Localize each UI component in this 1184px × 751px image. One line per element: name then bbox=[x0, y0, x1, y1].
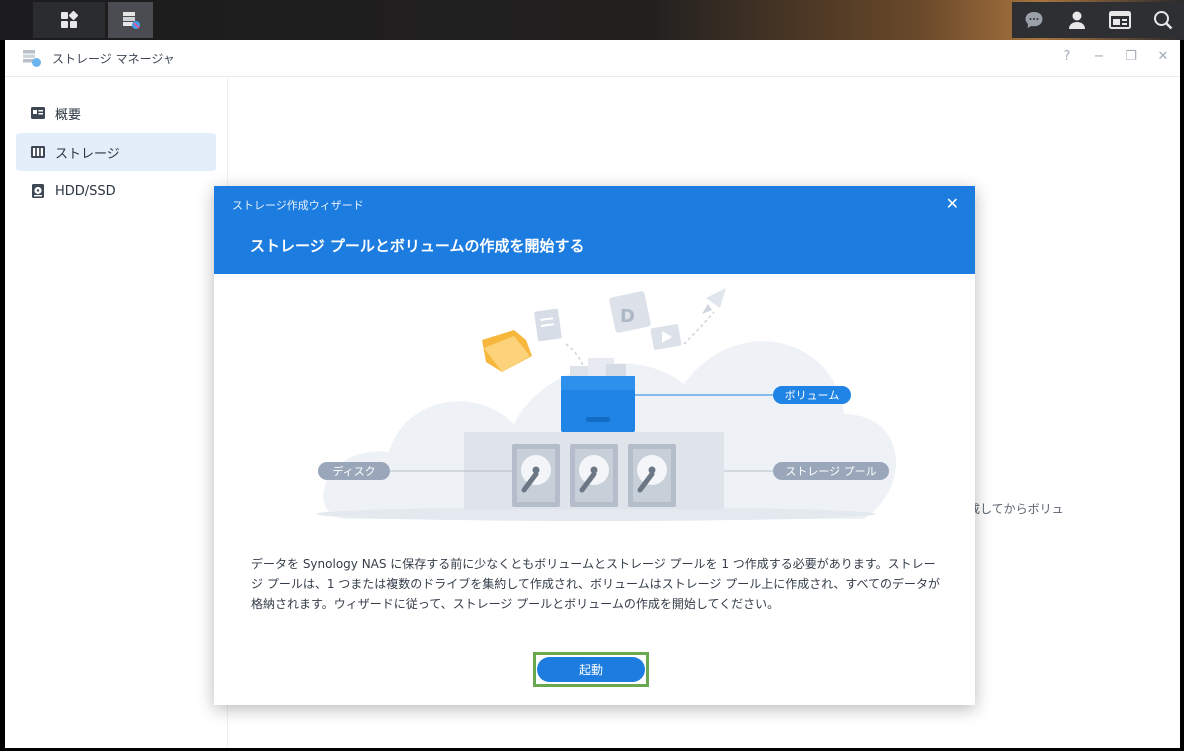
disk-3 bbox=[628, 444, 676, 507]
svg-text:D: D bbox=[620, 306, 635, 327]
sidebar-item-hdd-ssd[interactable]: HDD/SSD bbox=[16, 172, 216, 210]
sidebar-item-storage[interactable]: ストレージ bbox=[16, 133, 216, 171]
window-titlebar: ストレージ マネージャ ? − ❐ ✕ bbox=[5, 40, 1180, 77]
taskbar-tray bbox=[1012, 2, 1184, 38]
sidebar-item-overview[interactable]: 概要 bbox=[16, 94, 216, 132]
sidebar: 概要 ストレージ HDD/SSD bbox=[5, 77, 228, 748]
wizard-title: ストレージ プールとボリュームの作成を開始する bbox=[250, 237, 585, 255]
disk-2 bbox=[570, 444, 618, 507]
wizard-caption: ストレージ作成ウィザード bbox=[232, 199, 364, 212]
overview-icon bbox=[31, 107, 45, 119]
storage-manager-icon bbox=[122, 12, 140, 29]
minimize-button[interactable]: − bbox=[1092, 49, 1106, 64]
start-button-highlight: 起動 bbox=[533, 652, 649, 687]
storage-wizard-dialog: ストレージ作成ウィザード ✕ ストレージ プールとボリュームの作成を開始する D bbox=[214, 186, 975, 705]
video-file-icon bbox=[650, 324, 682, 350]
help-button[interactable]: ? bbox=[1060, 49, 1074, 64]
storage-manager-icon bbox=[23, 50, 41, 67]
wizard-close-button[interactable]: ✕ bbox=[946, 194, 959, 213]
main-partial-text: 成してからボリュ bbox=[968, 502, 1064, 516]
folder-icon bbox=[482, 330, 532, 372]
volume-box bbox=[561, 376, 635, 432]
wizard-description: データを Synology NAS に保存する前に少なくともボリュームとストレー… bbox=[251, 557, 941, 611]
app-file-icon: D bbox=[609, 291, 651, 333]
svg-text:ディスク: ディスク bbox=[332, 464, 375, 478]
document-icon bbox=[534, 308, 562, 342]
volume-label: ボリューム bbox=[773, 386, 851, 404]
disk-label: ディスク bbox=[318, 462, 390, 480]
sidebar-item-label: 概要 bbox=[55, 107, 82, 123]
storage-illustration: D ボリューム ディスク ストレージ プール bbox=[316, 288, 897, 521]
window-controls: ? − ❐ ✕ bbox=[1060, 49, 1170, 64]
disk-1 bbox=[512, 444, 560, 507]
wizard-header: ストレージ作成ウィザード ✕ ストレージ プールとボリュームの作成を開始する bbox=[214, 186, 975, 274]
grid-icon bbox=[61, 11, 78, 28]
start-button[interactable]: 起動 bbox=[537, 657, 645, 682]
main-menu-button[interactable] bbox=[33, 2, 105, 38]
rocket-icon bbox=[702, 288, 726, 314]
storage-pool-label: ストレージ プール bbox=[773, 462, 889, 480]
sidebar-item-label: HDD/SSD bbox=[55, 183, 116, 199]
widgets-icon[interactable] bbox=[1108, 9, 1131, 31]
sidebar-item-label: ストレージ bbox=[55, 146, 120, 162]
svg-text:ストレージ プール: ストレージ プール bbox=[785, 465, 876, 478]
window-title: ストレージ マネージャ bbox=[52, 52, 175, 66]
close-button[interactable]: ✕ bbox=[1156, 49, 1170, 64]
user-icon[interactable] bbox=[1066, 9, 1088, 31]
hdd-icon bbox=[32, 184, 44, 198]
svg-text:ボリューム: ボリューム bbox=[785, 389, 840, 402]
restore-button[interactable]: ❐ bbox=[1124, 49, 1138, 64]
taskbar bbox=[0, 0, 1184, 40]
storage-icon bbox=[31, 146, 45, 158]
chat-icon[interactable] bbox=[1023, 9, 1045, 31]
search-icon[interactable] bbox=[1152, 9, 1174, 31]
taskbar-storage-manager[interactable] bbox=[108, 2, 153, 38]
